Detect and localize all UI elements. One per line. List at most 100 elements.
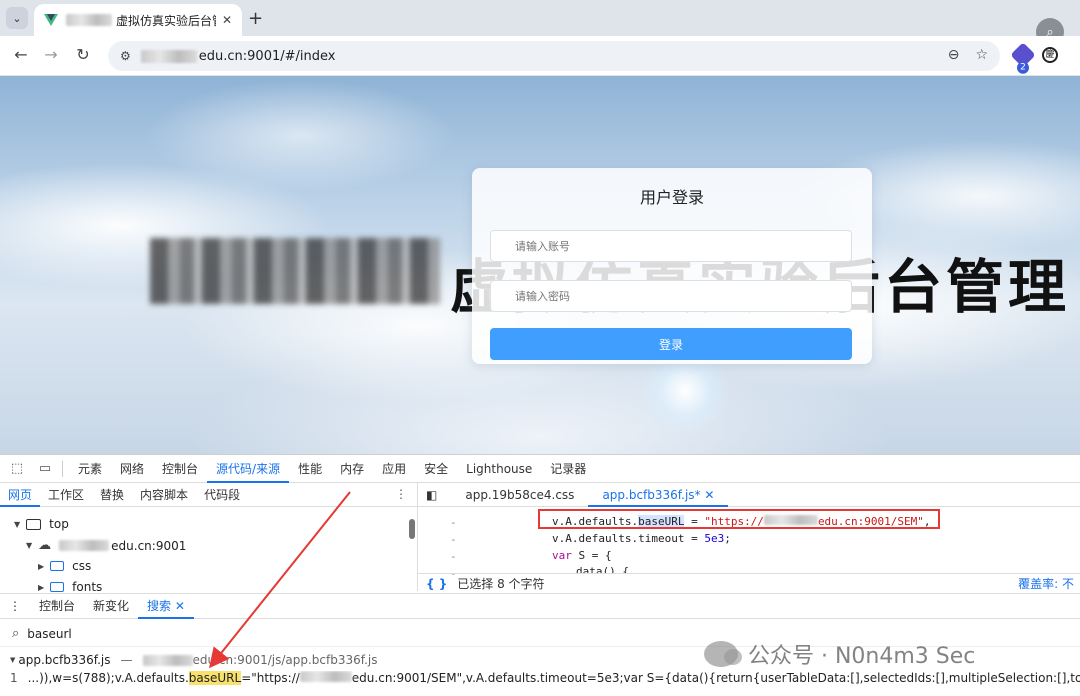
bookmark-star-icon[interactable]: ☆ [975,47,988,63]
tree-item-host[interactable]: ▼ ☁ edu.cn:9001 [26,538,186,553]
more-options-icon[interactable]: ⋮ [395,487,407,501]
tab-search-button[interactable]: ⌄ [6,7,28,29]
devtools-tab-application[interactable]: 应用 [373,455,415,483]
pretty-print-icon[interactable]: { } [426,577,447,591]
watermark-text: 公众号 · N0n4m3 Sec [748,644,976,669]
code-keyword: var [552,549,572,562]
zoom-icon[interactable]: ⊖ [948,47,960,63]
login-button[interactable]: 登录 [490,328,852,360]
sources-navigator: 网页 工作区 替换 内容脚本 代码段 ⋮ ▼ top ▼ ☁ edu.cn:90… [0,483,418,594]
tab-title: 虚拟仿真实验后台管 [116,13,216,28]
devtools-tab-performance[interactable]: 性能 [289,455,331,483]
folder-icon [50,561,65,571]
editor-tabs: ◧ app.19b58ce4.css app.bcfb336f.js* ✕ [418,483,1080,507]
devtools-tab-lighthouse[interactable]: Lighthouse [457,455,541,483]
devtools-tab-security[interactable]: 安全 [415,455,457,483]
gutter-marker: - [450,533,457,546]
blurred-host [299,671,352,682]
new-tab-button[interactable]: + [248,8,263,29]
gutter-marker: - [450,550,457,563]
drawer-menu-icon[interactable]: ⋮ [0,593,30,619]
nav-tab-workspace[interactable]: 工作区 [40,483,92,507]
back-arrow-icon[interactable]: ← [10,45,32,64]
result-line-number: 1 [10,671,18,685]
address-bar[interactable]: ⚙ edu.cn:9001/#/index ⊖ ☆ [108,41,1000,71]
tab-close-icon[interactable]: ✕ [222,13,232,27]
navigator-tabs: 网页 工作区 替换 内容脚本 代码段 [0,483,417,507]
browser-tab-active[interactable]: 虚拟仿真实验后台管 ✕ [34,4,242,36]
blurred-host [59,540,110,551]
nav-tab-snippets[interactable]: 代码段 [196,483,248,507]
navigator-scrollbar[interactable] [409,519,415,539]
close-icon[interactable]: ✕ [175,599,185,613]
search-result-file[interactable]: ▼ app.bcfb336f.js — edu.cn:9001/js/app.b… [10,653,378,667]
extension-count-badge: 2 [1017,61,1029,74]
wechat-icon [704,641,742,667]
nav-tab-content-scripts[interactable]: 内容脚本 [132,483,196,507]
username-input[interactable] [490,230,852,262]
tree-item-label: fonts [72,580,103,594]
tree-item-label: top [49,517,69,531]
triangle-right-icon: ▶ [38,561,45,571]
blurred-host [142,654,193,666]
blurred-host [140,49,197,63]
login-title: 用户登录 [639,188,704,207]
toolbar-divider [62,460,63,477]
devtools-tab-recorder[interactable]: 记录器 [541,455,595,483]
devtools-tab-elements[interactable]: 元素 [69,455,111,483]
result-path-suffix: edu.cn:9001/js/app.bcfb336f.js [192,653,378,667]
result-file-path: — edu.cn:9001/js/app.bcfb336f.js [121,653,378,667]
code-line-var[interactable]: var S = { [552,549,612,562]
reload-icon[interactable]: ↻ [72,45,94,64]
extension-circle-icon[interactable]: 慶 [1042,47,1058,63]
nav-tab-overrides[interactable]: 替换 [92,483,132,507]
vue-favicon-icon [44,14,58,26]
devtools-tab-network[interactable]: 网络 [111,455,153,483]
red-highlight-box [538,509,940,529]
site-info-icon[interactable]: ⚙ [120,49,131,63]
cloud-icon: ☁ [38,538,52,553]
search-input[interactable] [27,626,328,641]
editor-tab-label: app.bcfb336f.js* [602,487,701,502]
page-viewport: 虚拟仿真实验后台管理 用户登录 登录 [0,76,1080,454]
code-token: v.A.defaults.timeout = [552,532,705,545]
drawer-tab-search[interactable]: 搜索 ✕ [138,593,194,619]
tree-item-label: css [72,559,92,573]
inspect-element-icon[interactable]: ⬚ [6,461,28,476]
selection-status: 已选择 8 个字符 [457,577,545,591]
tree-item-fonts[interactable]: ▶ fonts [38,580,102,594]
wechat-watermark: 公众号 · N0n4m3 Sec [704,638,975,670]
nav-tab-page[interactable]: 网页 [0,483,41,507]
devtools-tab-console[interactable]: 控制台 [153,455,207,483]
devtools-tab-memory[interactable]: 内存 [331,455,373,483]
tree-item-css[interactable]: ▶ css [38,559,91,573]
editor-tab-js[interactable]: app.bcfb336f.js* ✕ [588,483,729,507]
close-icon[interactable]: ✕ [704,488,714,502]
forward-arrow-icon[interactable]: → [40,45,62,64]
extension-icon[interactable]: 2 [1010,42,1036,74]
code-token: S = { [571,549,612,562]
result-text: ...)),w=s(788);v.A.defaults. [27,671,189,685]
code-line-timeout[interactable]: v.A.defaults.timeout = 5e3; [552,532,731,545]
search-icon: ⌕ [12,626,20,641]
drawer-tab-label: 搜索 [147,599,172,613]
tree-item-top[interactable]: ▼ top [14,517,69,531]
search-result-line[interactable]: 1 ...)),w=s(788);v.A.defaults.baseURL="ht… [10,671,1080,685]
password-input[interactable] [490,280,852,312]
url-text[interactable]: edu.cn:9001/#/index [140,48,336,64]
devtools-tab-sources[interactable]: 源代码/来源 [207,455,290,483]
drawer-tab-console[interactable]: 控制台 [30,593,84,619]
frame-icon [26,518,42,530]
editor-tab-css[interactable]: app.19b58ce4.css [451,483,588,507]
coverage-status[interactable]: 覆盖率: 不 [1018,575,1074,592]
result-match-highlight: baseURL [188,671,242,685]
drawer-tab-changes[interactable]: 新变化 [84,593,138,619]
result-separator: — [120,653,133,667]
url-suffix: edu.cn:9001/#/index [198,48,336,64]
code-line-data[interactable]: data() { [576,565,629,573]
result-text: edu.cn:9001/SEM",v.A.defaults.timeout=5e… [351,671,1080,685]
toggle-navigator-icon[interactable]: ◧ [418,483,451,507]
device-toolbar-icon[interactable]: ▭ [34,461,56,476]
triangle-down-icon: ▼ [14,519,21,529]
browser-toolbar: ← → ↻ ⚙ edu.cn:9001/#/index ⊖ ☆ 2 慶 [0,36,1080,76]
